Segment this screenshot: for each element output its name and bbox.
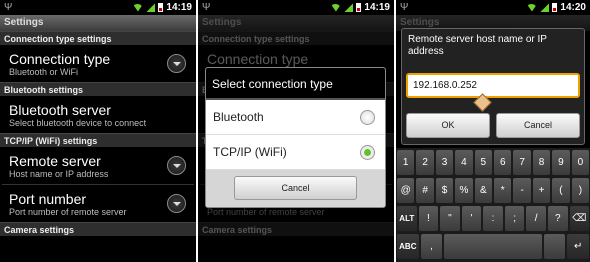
page-title: Settings <box>0 15 196 31</box>
radio-button[interactable] <box>360 110 375 125</box>
usb-icon: Ψ <box>202 2 211 13</box>
signal-icon <box>146 3 156 12</box>
ip-address-input[interactable]: 192.168.0.252 <box>406 73 580 112</box>
category-bluetooth: Bluetooth settings <box>0 82 196 96</box>
key[interactable]: 7 <box>513 150 531 175</box>
key[interactable]: @ <box>397 178 415 203</box>
chevron-down-icon[interactable] <box>167 54 186 73</box>
key[interactable]: 9 <box>552 150 570 175</box>
status-clock: 14:19 <box>166 2 192 13</box>
input-value: 192.168.0.252 <box>413 80 477 91</box>
key[interactable]: ( <box>552 178 570 203</box>
dialog-button-bar: Cancel <box>206 170 385 207</box>
key[interactable]: 4 <box>455 150 473 175</box>
connection-dialog-screen: Ψ 14:19 Settings Connection type setting… <box>198 0 394 262</box>
option-label: TCP/IP (WiFi) <box>213 145 287 159</box>
keyboard-row: @ # $ % & * - + ( ) <box>397 178 590 203</box>
usb-icon: Ψ <box>4 2 13 13</box>
battery-icon <box>552 3 558 12</box>
option-bluetooth[interactable]: Bluetooth <box>206 100 385 135</box>
alt-key[interactable]: ALT <box>397 206 417 231</box>
status-clock: 14:20 <box>560 2 586 13</box>
status-bar: Ψ 14:20 <box>396 0 590 15</box>
abc-key[interactable]: ABC <box>397 234 419 259</box>
key[interactable]: % <box>455 178 473 203</box>
dialog-title: Select connection type <box>206 68 385 100</box>
key[interactable]: 2 <box>416 150 434 175</box>
key[interactable]: 6 <box>494 150 512 175</box>
space-key[interactable] <box>444 234 542 259</box>
dialog-title: Remote server host name or IP address <box>408 34 547 57</box>
key[interactable]: 5 <box>474 150 493 175</box>
category-camera: Camera settings <box>198 222 394 236</box>
key[interactable]: # <box>416 178 434 203</box>
key[interactable]: + <box>532 178 551 203</box>
keyboard-row: ABC , ↵ <box>397 234 589 259</box>
category-camera: Camera settings <box>0 222 196 236</box>
key[interactable] <box>543 234 566 259</box>
key[interactable]: " <box>440 206 460 231</box>
soft-keyboard: 1 2 3 4 5 6 7 8 9 0 @ # $ % & * - + ( ) … <box>396 148 590 262</box>
key[interactable]: 1 <box>397 150 415 175</box>
key[interactable]: * <box>494 178 512 203</box>
keyboard-row: 1 2 3 4 5 6 7 8 9 0 <box>397 150 590 175</box>
chevron-down-icon[interactable] <box>167 194 186 213</box>
pref-bluetooth-server[interactable]: Bluetooth server Select bluetooth device… <box>0 96 196 133</box>
status-clock: 14:19 <box>364 2 390 13</box>
key[interactable]: & <box>474 178 493 203</box>
option-label: Bluetooth <box>213 110 264 124</box>
backspace-icon[interactable]: ⌫ <box>569 206 590 231</box>
pref-title: Bluetooth server <box>9 102 111 118</box>
key[interactable]: ' <box>461 206 482 231</box>
key[interactable]: - <box>513 178 531 203</box>
battery-icon <box>158 3 164 12</box>
key[interactable]: 0 <box>571 150 590 175</box>
usb-icon: Ψ <box>400 2 409 13</box>
key[interactable]: ; <box>504 206 525 231</box>
cancel-button[interactable]: Cancel <box>234 176 357 200</box>
chevron-down-icon[interactable] <box>167 156 186 175</box>
key[interactable]: , <box>420 234 443 259</box>
ip-dialog-screen: Ψ 14:20 Settings Remote server host name… <box>396 0 590 262</box>
pref-connection-type[interactable]: Connection type Bluetooth or WiFi <box>0 45 196 82</box>
battery-icon <box>356 3 362 12</box>
wifi-icon <box>132 3 144 12</box>
page-title: Settings <box>198 15 394 31</box>
dialog-button-bar: OK Cancel <box>406 113 580 138</box>
key[interactable]: 8 <box>532 150 551 175</box>
category-connection: Connection type settings <box>0 31 196 45</box>
pref-summary: Select bluetooth device to connect <box>9 118 147 128</box>
wifi-icon <box>526 3 538 12</box>
key[interactable]: $ <box>435 178 454 203</box>
signal-icon <box>344 3 354 12</box>
key[interactable]: 3 <box>435 150 454 175</box>
radio-button-selected[interactable] <box>360 145 375 160</box>
connection-type-dialog: Select connection type Bluetooth TCP/IP … <box>205 67 386 208</box>
key[interactable]: / <box>526 206 546 231</box>
keyboard-row: ALT ! " ' : ; / ? ⌫ <box>397 206 590 231</box>
category-connection: Connection type settings <box>198 31 394 45</box>
enter-icon[interactable]: ↵ <box>567 234 589 259</box>
ok-button[interactable]: OK <box>406 113 490 138</box>
key[interactable]: : <box>483 206 503 231</box>
remote-server-dialog: Remote server host name or IP address 19… <box>401 28 585 145</box>
key[interactable]: ) <box>571 178 590 203</box>
pref-title: Connection type <box>207 51 309 67</box>
key[interactable]: ! <box>418 206 439 231</box>
category-tcpip: TCP/IP (WiFi) settings <box>0 133 196 147</box>
pref-port-number[interactable]: Port number Port number of remote server <box>0 185 196 222</box>
pref-summary: Port number of remote server <box>207 207 325 217</box>
status-bar: Ψ 14:19 <box>198 0 394 15</box>
text-cursor-handle[interactable] <box>473 93 492 112</box>
settings-screen: Ψ 14:19 Settings Connection type setting… <box>0 0 196 262</box>
pref-remote-server[interactable]: Remote server Host name or IP address <box>0 147 196 184</box>
cancel-button[interactable]: Cancel <box>496 113 580 138</box>
key[interactable]: ? <box>547 206 568 231</box>
status-bar: Ψ 14:19 <box>0 0 196 15</box>
signal-icon <box>540 3 550 12</box>
wifi-icon <box>330 3 342 12</box>
option-tcpip[interactable]: TCP/IP (WiFi) <box>206 135 385 170</box>
